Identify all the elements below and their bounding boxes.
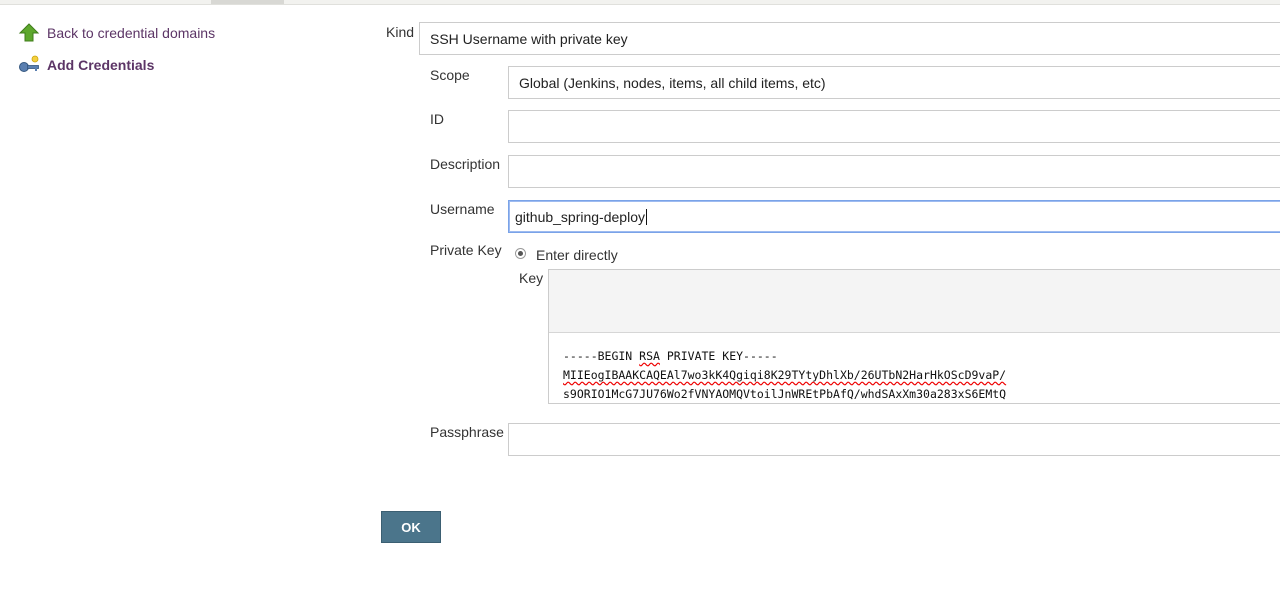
passphrase-input[interactable] <box>508 423 1280 456</box>
top-bar <box>0 0 1280 5</box>
key-line-2: MIIEogIBAAKCAQEAl7wo3kK4Qgiqi8K29TYtyDhl… <box>563 368 1007 382</box>
key-icon <box>18 54 40 76</box>
key-line-1: -----BEGIN RSA PRIVATE KEY----- <box>563 349 778 363</box>
top-tab-indicator <box>211 0 284 4</box>
back-to-credential-domains-link[interactable]: Back to credential domains <box>18 22 215 44</box>
enter-directly-radio[interactable] <box>515 248 526 259</box>
kind-value: SSH Username with private key <box>430 30 628 47</box>
key-textarea-header <box>549 270 1280 333</box>
key-text: -----BEGIN RSA PRIVATE KEY----- MIIEogIB… <box>549 333 1280 404</box>
username-input[interactable]: github_spring-deploy <box>508 200 1280 233</box>
kind-label: Kind <box>386 24 415 40</box>
username-value: github_spring-deploy <box>515 208 645 225</box>
radio-selected-dot <box>518 251 523 256</box>
username-label: Username <box>430 201 495 217</box>
private-key-textarea[interactable]: -----BEGIN RSA PRIVATE KEY----- MIIEogIB… <box>548 269 1280 404</box>
scope-value: Global (Jenkins, nodes, items, all child… <box>519 74 826 91</box>
private-key-label: Private Key <box>430 242 502 258</box>
key-label: Key <box>519 270 544 286</box>
add-credentials-label: Add Credentials <box>47 57 155 73</box>
key-line-3: s9ORIO1McG7JU76Wo2fVNYAOMQVtoilJnWREtPbA… <box>563 387 1007 401</box>
description-input[interactable] <box>508 155 1280 188</box>
add-credentials-link[interactable]: Add Credentials <box>18 54 154 76</box>
id-label: ID <box>430 111 444 127</box>
scope-label: Scope <box>430 67 470 83</box>
enter-directly-label[interactable]: Enter directly <box>536 247 618 263</box>
ok-button[interactable]: OK <box>381 511 441 543</box>
passphrase-label: Passphrase <box>430 424 504 440</box>
text-caret <box>645 208 647 225</box>
scope-select[interactable]: Global (Jenkins, nodes, items, all child… <box>508 66 1280 99</box>
kind-select[interactable]: SSH Username with private key <box>419 22 1280 55</box>
id-input[interactable] <box>508 110 1280 143</box>
back-link-label: Back to credential domains <box>47 25 216 41</box>
up-arrow-icon <box>18 22 40 44</box>
description-label: Description <box>430 156 501 172</box>
